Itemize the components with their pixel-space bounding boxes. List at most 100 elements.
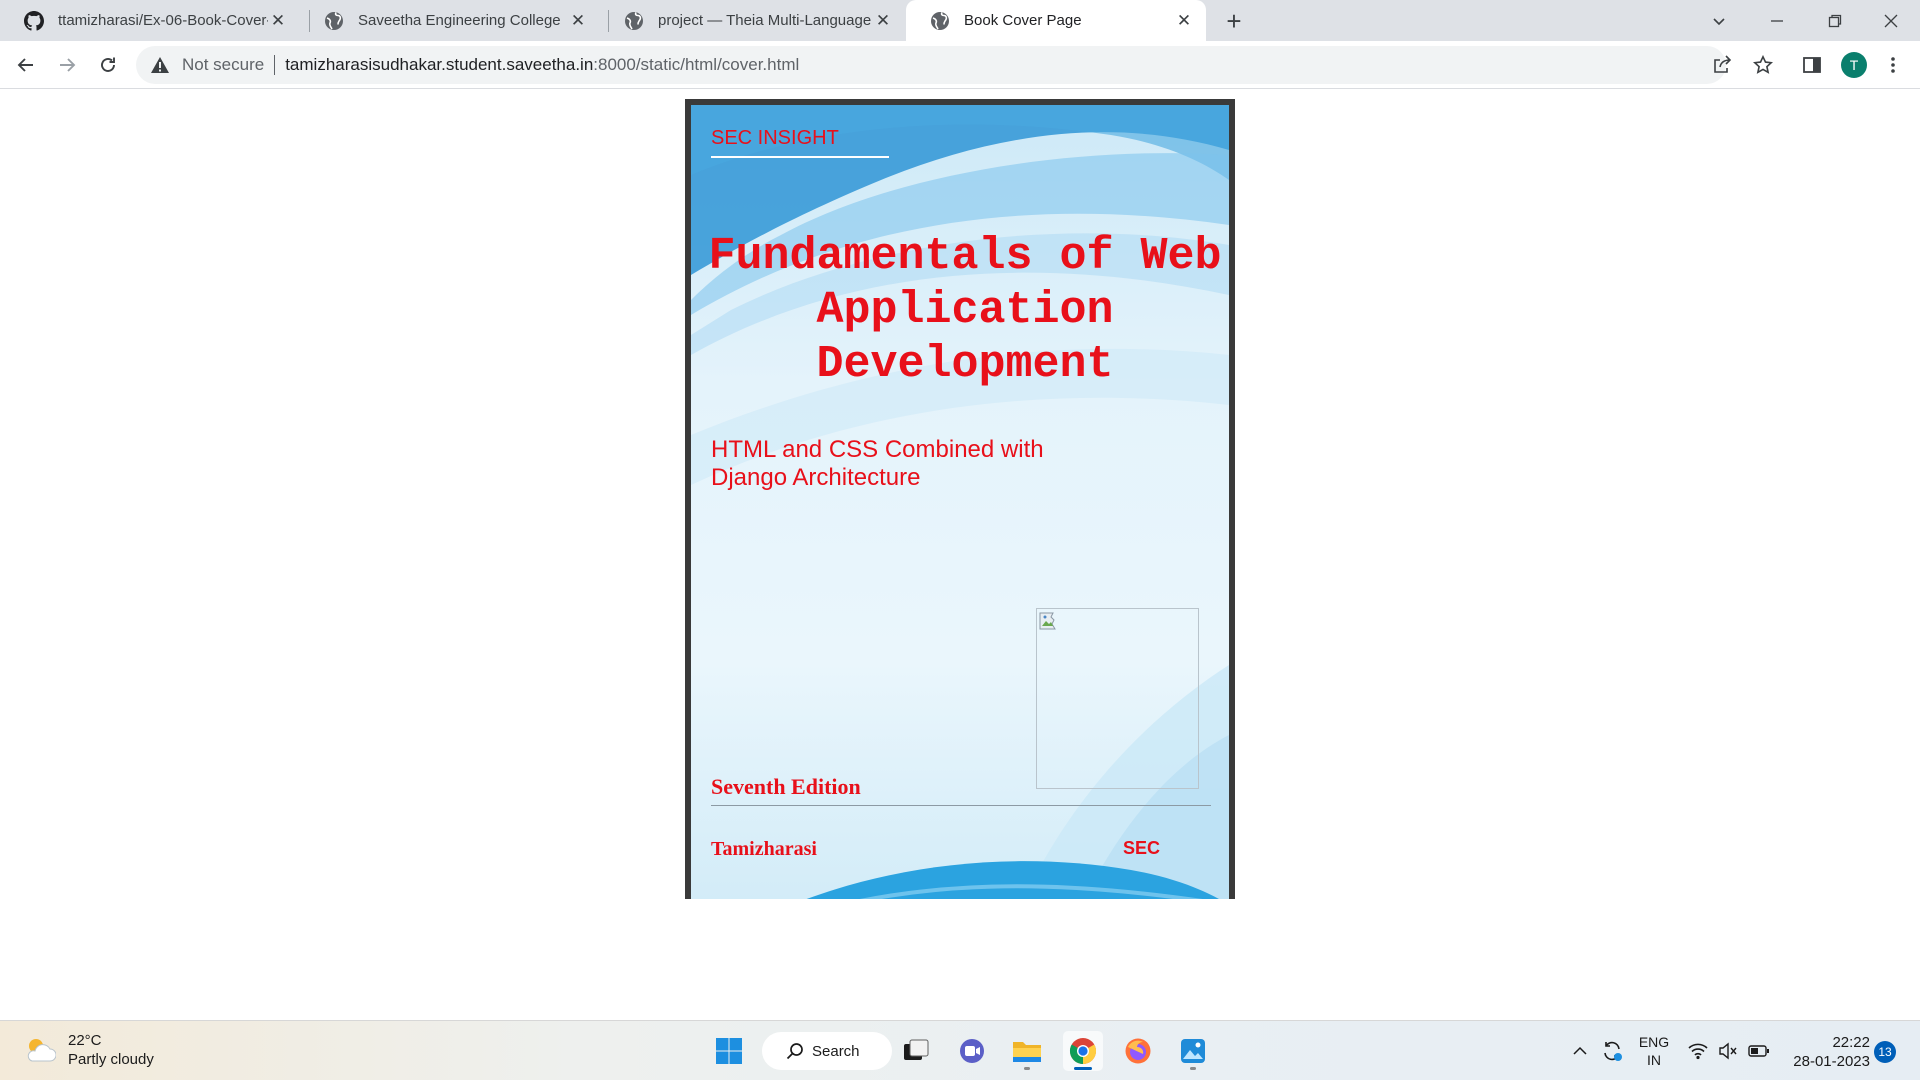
globe-icon	[931, 11, 949, 30]
url-path: :8000/static/html/cover.html	[593, 55, 800, 74]
chevron-down-icon	[1713, 17, 1725, 25]
file-explorer-button[interactable]	[1007, 1031, 1047, 1071]
photos-icon	[1181, 1039, 1205, 1063]
weather-widget[interactable]: 22°C Partly cloudy	[24, 1031, 154, 1069]
tab-title: Saveetha Engineering College	[358, 12, 561, 29]
chrome-icon	[1069, 1038, 1097, 1065]
chat-icon	[960, 1039, 984, 1063]
windows-logo-icon	[716, 1038, 742, 1064]
tab-saveetha[interactable]: Saveetha Engineering College ✕	[300, 0, 600, 41]
clock-date: 28-01-2023	[1793, 1053, 1870, 1070]
divider	[274, 55, 276, 75]
tab-theia[interactable]: project — Theia Multi-Language ✕	[600, 0, 905, 41]
reload-button[interactable]	[92, 49, 124, 81]
publisher-brand: SEC INSIGHT	[711, 127, 839, 149]
cover-image	[1036, 608, 1199, 789]
partly-cloudy-icon	[27, 1039, 56, 1062]
close-icon[interactable]: ✕	[1174, 11, 1194, 31]
arrow-right-icon	[60, 58, 76, 72]
chrome-button[interactable]	[1063, 1031, 1103, 1071]
close-window-button[interactable]	[1862, 0, 1920, 41]
share-icon	[1714, 55, 1732, 73]
minimize-button[interactable]	[1748, 0, 1806, 41]
system-clock[interactable]: 22:22 28-01-2023	[1782, 1033, 1870, 1071]
sync-status[interactable]	[1598, 1021, 1626, 1081]
battery-status[interactable]	[1746, 1021, 1772, 1081]
new-tab-button[interactable]: +	[1218, 6, 1250, 36]
folder-icon	[1013, 1042, 1041, 1062]
globe-icon	[625, 11, 643, 30]
tab-book-cover[interactable]: Book Cover Page ✕	[906, 0, 1206, 41]
brand-underline	[711, 156, 889, 158]
url-host: tamizharasisudhakar.student.saveetha.in	[285, 55, 594, 74]
publisher-name: SEC	[1123, 838, 1161, 858]
firefox-button[interactable]	[1118, 1031, 1158, 1071]
address-bar[interactable]: Not secure tamizharasisudhakar.student.s…	[136, 46, 1726, 84]
input-language[interactable]: ENG IN	[1636, 1021, 1672, 1081]
minimize-icon	[1771, 19, 1783, 22]
bookmark-button[interactable]	[1751, 53, 1775, 77]
close-icon	[1884, 14, 1898, 27]
show-hidden-icons[interactable]	[1568, 1021, 1592, 1081]
share-button[interactable]	[1710, 53, 1734, 77]
weather-temperature: 22°C	[68, 1032, 102, 1049]
active-indicator	[1074, 1067, 1092, 1070]
start-button[interactable]	[709, 1031, 749, 1071]
teams-chat-button[interactable]	[952, 1031, 992, 1071]
tab-search-button[interactable]	[1690, 0, 1748, 41]
book-subtitle: HTML and CSS Combined with Django Archit…	[711, 436, 1044, 491]
profile-avatar[interactable]: T	[1841, 52, 1867, 78]
author-name: Tamizharasi	[711, 838, 817, 860]
tab-github[interactable]: ttamizharasi/Ex-06-Book-Cover-D ✕	[0, 0, 300, 41]
notification-badge[interactable]: 13	[1874, 1041, 1896, 1063]
restore-button[interactable]	[1806, 0, 1864, 41]
task-view-button[interactable]	[896, 1031, 936, 1071]
reload-icon	[101, 57, 115, 72]
photos-button[interactable]	[1173, 1031, 1213, 1071]
search-label: Search	[812, 1042, 860, 1060]
running-indicator	[1190, 1067, 1196, 1070]
tab-title: project — Theia Multi-Language	[658, 12, 872, 29]
edition-divider	[711, 805, 1211, 806]
warning-icon	[151, 57, 169, 73]
weather-description: Partly cloudy	[68, 1051, 154, 1068]
broken-image-icon	[1039, 612, 1056, 630]
tab-strip: ttamizharasi/Ex-06-Book-Cover-D ✕ Saveet…	[0, 0, 1920, 41]
close-icon[interactable]: ✕	[568, 11, 588, 31]
book-title: Fundamentals of Web Application Developm…	[708, 231, 1222, 390]
forward-button[interactable]	[51, 49, 83, 81]
arrow-left-icon	[17, 58, 33, 72]
search-icon	[786, 1043, 803, 1060]
security-label[interactable]: Not secure	[182, 55, 264, 75]
browser-toolbar: Not secure tamizharasisudhakar.student.s…	[0, 41, 1920, 89]
kebab-menu-icon	[1891, 57, 1895, 73]
battery-icon	[1748, 1045, 1769, 1057]
globe-icon	[325, 11, 343, 30]
close-icon[interactable]: ✕	[873, 11, 893, 31]
edition-label: Seventh Edition	[711, 774, 861, 799]
firefox-icon	[1125, 1038, 1151, 1064]
chevron-up-icon	[1573, 1046, 1587, 1055]
side-panel-icon	[1803, 57, 1821, 73]
windows-taskbar: 22°C Partly cloudy Search ENG IN 22:22 2…	[0, 1020, 1920, 1080]
language-code: ENG	[1638, 1034, 1670, 1050]
book-cover: SEC INSIGHT Fundamentals of Web Applicat…	[685, 99, 1235, 899]
taskbar-search[interactable]: Search	[762, 1032, 892, 1070]
restore-icon	[1828, 14, 1842, 27]
wifi-status[interactable]	[1686, 1021, 1710, 1081]
menu-button[interactable]	[1881, 53, 1905, 77]
back-button[interactable]	[10, 49, 42, 81]
github-icon	[24, 10, 44, 31]
star-icon	[1753, 55, 1773, 74]
volume-status[interactable]	[1716, 1021, 1740, 1081]
region-code: IN	[1647, 1052, 1661, 1068]
tab-title: ttamizharasi/Ex-06-Book-Cover-D	[58, 12, 268, 29]
task-view-icon	[904, 1039, 929, 1060]
tab-title: Book Cover Page	[964, 12, 1082, 29]
side-panel-button[interactable]	[1800, 53, 1824, 77]
sync-icon	[1604, 1041, 1622, 1061]
close-icon[interactable]: ✕	[268, 11, 288, 31]
clock-time: 22:22	[1832, 1034, 1870, 1051]
wifi-icon	[1688, 1043, 1708, 1060]
volume-muted-icon	[1719, 1042, 1737, 1060]
